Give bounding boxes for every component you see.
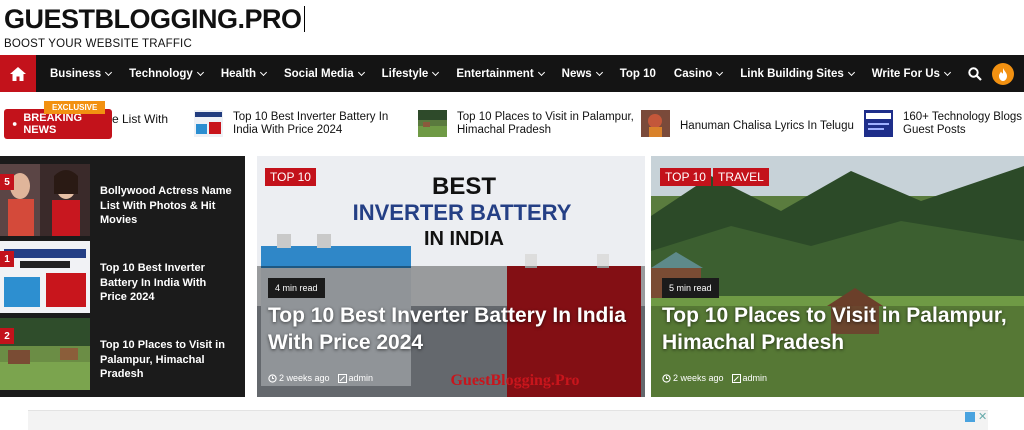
list-item[interactable]: 1 Top 10 Best Inverter Battery In India … bbox=[0, 241, 245, 313]
nav-item-health[interactable]: Health bbox=[221, 68, 268, 80]
rank-badge: 2 bbox=[0, 328, 14, 344]
nav-item-entertainment[interactable]: Entertainment bbox=[456, 68, 545, 80]
post-date: 2 weeks ago bbox=[673, 373, 724, 383]
post-meta: 2 weeks ago admin bbox=[268, 373, 381, 383]
category-badge[interactable]: TRAVEL bbox=[713, 168, 769, 186]
rank-badge: 1 bbox=[0, 251, 14, 267]
breaking-news-ticker: BREAKING NEWS EXCLUSIVE e List With Top … bbox=[0, 92, 1024, 154]
ticker-item[interactable]: 160+ Technology Blogs Guest Posts bbox=[864, 110, 1023, 137]
post-title[interactable]: Top 10 Best Inverter Battery In India Wi… bbox=[268, 302, 638, 356]
featured-image: BEST INVERTER BATTERY IN INDIA GuestBlog… bbox=[257, 156, 645, 397]
image-watermark: GuestBlogging.Pro bbox=[450, 372, 579, 389]
read-time: 4 min read bbox=[268, 278, 325, 298]
post-author[interactable]: admin bbox=[349, 373, 374, 383]
search-icon[interactable] bbox=[968, 67, 982, 81]
nav-item-link-building-sites[interactable]: Link Building Sites bbox=[740, 68, 855, 80]
ticker-thumbnail bbox=[194, 110, 223, 137]
site-logo[interactable]: GUESTBLOGGING.PRO bbox=[4, 4, 305, 35]
post-title[interactable]: Top 10 Places to Visit in Palampur, Hima… bbox=[662, 302, 1022, 356]
home-icon bbox=[10, 66, 26, 81]
broadcast-icon bbox=[12, 122, 17, 126]
ad-banner[interactable] bbox=[28, 410, 988, 430]
dark-mode-icon bbox=[999, 67, 1007, 81]
chevron-down-icon bbox=[105, 68, 113, 76]
post-title[interactable]: Top 10 Places to Visit in Palampur, Hima… bbox=[100, 338, 235, 382]
ticker-item-partial[interactable]: e List With bbox=[112, 112, 168, 126]
ticker-thumbnail bbox=[864, 110, 893, 137]
nav-item-technology[interactable]: Technology bbox=[129, 68, 204, 80]
nav-item-lifestyle[interactable]: Lifestyle bbox=[382, 68, 440, 80]
dark-mode-toggle[interactable] bbox=[992, 63, 1014, 85]
list-item[interactable]: 2 Top 10 Places to Visit in Palampur, Hi… bbox=[0, 318, 245, 390]
nav-item-write-for-us[interactable]: Write For Us bbox=[872, 68, 951, 80]
image-text-inverter-battery: INVERTER BATTERY bbox=[353, 200, 572, 225]
featured-card[interactable]: BEST INVERTER BATTERY IN INDIA GuestBlog… bbox=[257, 156, 645, 397]
list-item[interactable]: 5 Bollywood Actress Name List With Photo… bbox=[0, 164, 245, 236]
chevron-down-icon bbox=[716, 68, 724, 76]
chevron-down-icon bbox=[847, 68, 855, 76]
chevron-down-icon bbox=[357, 68, 365, 76]
chevron-down-icon bbox=[595, 68, 603, 76]
category-badge[interactable]: TOP 10 bbox=[265, 168, 316, 186]
ticker-item[interactable]: Hanuman Chalisa Lyrics In Telugu bbox=[641, 110, 860, 137]
site-header: GUESTBLOGGING.PRO BOOST YOUR WEBSITE TRA… bbox=[0, 0, 1024, 55]
nav-item-social-media[interactable]: Social Media bbox=[284, 68, 365, 80]
nav-menu: Business Technology Health Social Media … bbox=[50, 55, 968, 92]
rank-badge: 5 bbox=[0, 174, 14, 190]
post-author[interactable]: admin bbox=[743, 373, 768, 383]
chevron-down-icon bbox=[432, 68, 440, 76]
ticker-thumbnail bbox=[641, 110, 670, 137]
exclusive-badge: EXCLUSIVE bbox=[44, 101, 106, 114]
read-time: 5 min read bbox=[662, 278, 719, 298]
clock-icon bbox=[662, 373, 671, 383]
site-tagline: BOOST YOUR WEBSITE TRAFFIC bbox=[4, 38, 192, 50]
ticker-item[interactable]: Top 10 Places to Visit in Palampur, Hima… bbox=[418, 110, 637, 137]
ad-close-icon[interactable]: ✕ bbox=[978, 410, 987, 423]
post-title[interactable]: Top 10 Best Inverter Battery In India Wi… bbox=[100, 261, 235, 305]
chevron-down-icon bbox=[196, 68, 204, 76]
home-button[interactable] bbox=[0, 55, 36, 92]
nav-item-top-10[interactable]: Top 10 bbox=[620, 68, 656, 80]
post-date: 2 weeks ago bbox=[279, 373, 330, 383]
category-badge[interactable]: TOP 10 bbox=[660, 168, 711, 186]
trending-sidebar: 5 Bollywood Actress Name List With Photo… bbox=[0, 156, 245, 397]
nav-item-business[interactable]: Business bbox=[50, 68, 113, 80]
image-text-best: BEST bbox=[432, 173, 496, 200]
chevron-down-icon bbox=[943, 68, 951, 76]
author-icon bbox=[337, 373, 347, 383]
main-nav: Business Technology Health Social Media … bbox=[0, 55, 1024, 92]
image-text-in-india: IN INDIA bbox=[424, 228, 504, 250]
chevron-down-icon bbox=[537, 68, 545, 76]
ticker-item[interactable]: Top 10 Best Inverter Battery In India Wi… bbox=[194, 110, 415, 137]
post-meta: 2 weeks ago admin bbox=[662, 373, 775, 383]
post-title[interactable]: Bollywood Actress Name List With Photos … bbox=[100, 184, 235, 228]
featured-image bbox=[651, 156, 1024, 397]
clock-icon bbox=[268, 373, 277, 383]
ad-info-icon[interactable] bbox=[965, 412, 975, 422]
nav-item-news[interactable]: News bbox=[562, 68, 603, 80]
nav-item-casino[interactable]: Casino bbox=[674, 68, 724, 80]
featured-card[interactable]: TOP 10 TRAVEL 5 min read Top 10 Places t… bbox=[651, 156, 1024, 397]
chevron-down-icon bbox=[259, 68, 268, 76]
ad-strip: ✕ bbox=[0, 397, 1024, 430]
ticker-thumbnail bbox=[418, 110, 447, 137]
author-icon bbox=[731, 373, 741, 383]
